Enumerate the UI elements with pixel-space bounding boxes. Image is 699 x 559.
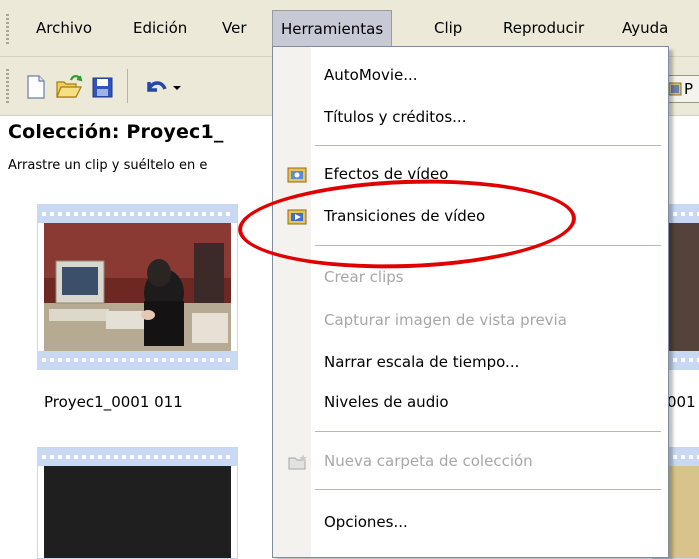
menu-herramientas[interactable]: Herramientas [272, 10, 393, 47]
clip-frame-image [44, 466, 231, 558]
menu-item-label: Efectos de vídeo [324, 165, 449, 183]
menu-item-nueva-carpeta[interactable]: Nueva carpeta de colección [273, 446, 668, 476]
clip-thumbnail[interactable] [37, 204, 238, 370]
menu-edicion[interactable]: Edición [125, 10, 195, 46]
toolbar-right-button-label: P [684, 80, 694, 98]
menu-item-label: Niveles de audio [324, 393, 449, 411]
film-strip-top [38, 448, 237, 466]
menu-reproducir[interactable]: Reproducir [495, 10, 592, 46]
menubar-grip [6, 14, 9, 44]
menu-separator [315, 431, 661, 432]
menu-item-opciones[interactable]: Opciones... [273, 507, 668, 537]
menu-item-transiciones-video[interactable]: Transiciones de vídeo [273, 201, 668, 231]
menu-item-label: Transiciones de vídeo [324, 207, 486, 225]
film-strip-bottom [38, 351, 237, 369]
menu-clip[interactable]: Clip [426, 10, 470, 46]
video-transitions-icon [287, 207, 307, 225]
menu-item-label: Títulos y créditos... [324, 108, 467, 126]
undo-icon[interactable] [142, 73, 170, 101]
menu-ver[interactable]: Ver [214, 10, 255, 46]
toolbar-right-button[interactable]: P [664, 75, 699, 103]
toolbar-grip [6, 69, 9, 103]
video-effects-icon [287, 165, 307, 183]
undo-dropdown-icon[interactable] [170, 73, 184, 101]
menu-item-automovie[interactable]: AutoMovie... [273, 60, 668, 90]
herramientas-dropdown-menu: AutoMovie... Títulos y créditos... Efect… [272, 46, 669, 558]
menu-item-capturar-imagen[interactable]: Capturar imagen de vista previa [273, 305, 668, 335]
menu-archivo[interactable]: Archivo [28, 10, 100, 46]
clip-thumbnail[interactable] [37, 447, 238, 559]
save-project-icon[interactable] [88, 73, 116, 101]
toolbar-right-button-icon [668, 82, 682, 96]
film-strip-top [38, 205, 237, 223]
menu-item-label: AutoMovie... [324, 66, 418, 84]
toolbar-separator [127, 69, 128, 103]
menu-item-label: Capturar imagen de vista previa [324, 311, 567, 329]
menu-item-narrar-escala[interactable]: Narrar escala de tiempo... [273, 347, 668, 377]
menu-item-label: Narrar escala de tiempo... [324, 353, 520, 371]
menu-item-niveles-audio[interactable]: Niveles de audio [273, 387, 668, 417]
collection-title: Colección: Proyec1_ [8, 121, 224, 143]
new-project-icon[interactable] [22, 73, 50, 101]
collection-hint: Arrastre un clip y suéltelo en e [8, 158, 208, 173]
clip-frame-image [44, 223, 231, 351]
open-project-icon[interactable] [54, 73, 83, 101]
clip-caption: 001 [667, 393, 696, 411]
menu-item-label: Opciones... [324, 513, 408, 531]
menu-ayuda[interactable]: Ayuda [614, 10, 676, 46]
menu-separator [315, 489, 661, 490]
menu-item-efectos-video[interactable]: Efectos de vídeo [273, 159, 668, 189]
menu-item-label: Nueva carpeta de colección [324, 452, 533, 470]
menu-item-crear-clips[interactable]: Crear clips [273, 262, 668, 292]
menu-separator [315, 245, 661, 246]
menu-item-titulos-creditos[interactable]: Títulos y créditos... [273, 102, 668, 132]
clip-caption: Proyec1_0001 011 [44, 393, 183, 411]
new-folder-icon [287, 452, 307, 470]
menu-item-label: Crear clips [324, 268, 404, 286]
menu-separator [315, 145, 661, 146]
